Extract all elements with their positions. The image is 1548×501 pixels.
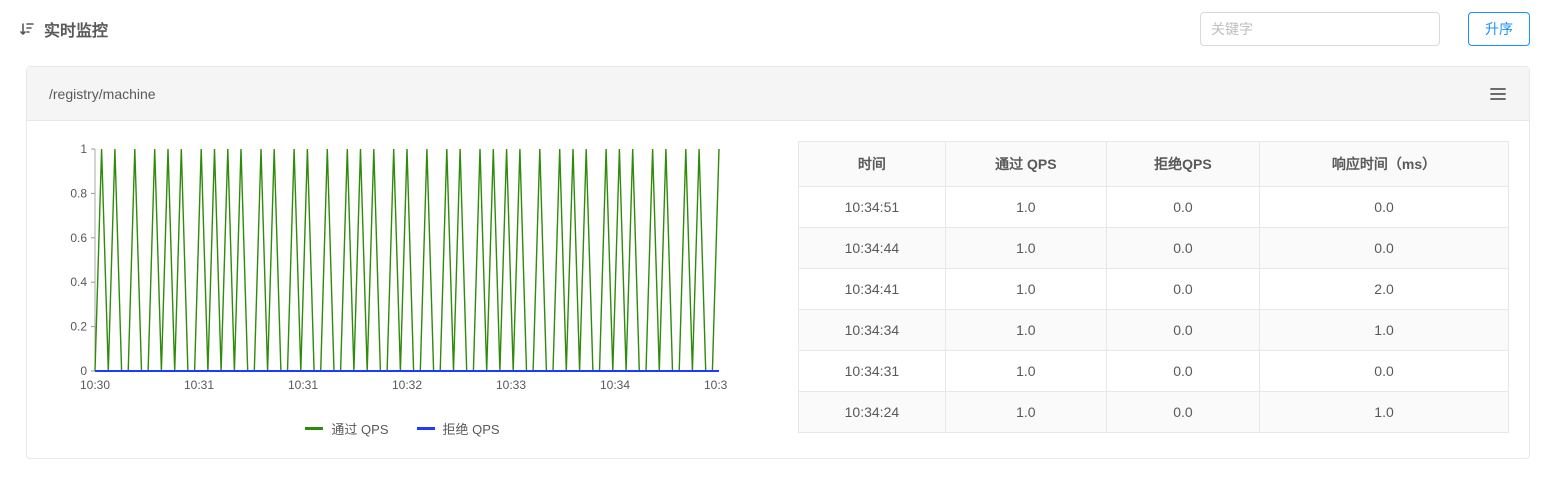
col-time-header: 时间 [799,142,946,187]
table-row: 10:34:411.00.02.0 [799,269,1509,310]
table-row: 10:34:311.00.00.0 [799,351,1509,392]
cell-pass: 1.0 [945,351,1106,392]
cell-pass: 1.0 [945,392,1106,433]
cell-pass: 1.0 [945,269,1106,310]
cell-rt: 0.0 [1260,187,1509,228]
cell-time: 10:34:51 [799,187,946,228]
panel-body: 0 0.2 0.4 0.6 0.8 1 10:30 10:31 10:31 10:32 10:33 1… [27,121,1529,458]
top-actions: 升序 [1200,12,1530,46]
page-title: 实时监控 [18,17,108,41]
legend-reject-qps: 拒绝 QPS [417,419,500,438]
svg-text:10:33: 10:33 [496,378,526,392]
table-row: 10:34:341.00.01.0 [799,310,1509,351]
legend-swatch-pass [305,427,323,430]
sort-button[interactable]: 升序 [1468,12,1530,46]
keyword-input[interactable] [1200,12,1440,46]
col-pass-header: 通过 QPS [945,142,1106,187]
cell-rt: 1.0 [1260,310,1509,351]
page-title-text: 实时监控 [44,17,108,41]
svg-text:10:32: 10:32 [392,378,422,392]
table-row: 10:34:511.00.00.0 [799,187,1509,228]
svg-text:0.2: 0.2 [70,320,87,334]
monitor-panel: /registry/machine 0 0.2 0.4 0.6 0.8 1 10:30 10:… [26,66,1530,459]
table-column: 时间 通过 QPS 拒绝QPS 响应时间（ms） 10:34:511.00.00… [798,141,1509,440]
legend-pass-label: 通过 QPS [331,419,388,438]
col-reject-header: 拒绝QPS [1106,142,1259,187]
panel-header: /registry/machine [27,67,1529,121]
cell-reject: 0.0 [1106,228,1259,269]
cell-time: 10:34:41 [799,269,946,310]
cell-time: 10:34:44 [799,228,946,269]
cell-time: 10:34:34 [799,310,946,351]
legend-reject-label: 拒绝 QPS [443,419,500,438]
chart-column: 0 0.2 0.4 0.6 0.8 1 10:30 10:31 10:31 10:32 10:33 1… [47,141,758,440]
svg-text:0.6: 0.6 [70,231,87,245]
cell-rt: 1.0 [1260,392,1509,433]
menu-icon[interactable] [1489,85,1507,103]
svg-text:10:34: 10:34 [704,378,727,392]
cell-reject: 0.0 [1106,392,1259,433]
svg-text:0.8: 0.8 [70,186,87,200]
cell-rt: 0.0 [1260,228,1509,269]
cell-reject: 0.0 [1106,351,1259,392]
legend-swatch-reject [417,427,435,430]
svg-text:10:31: 10:31 [288,378,318,392]
cell-pass: 1.0 [945,310,1106,351]
svg-text:0: 0 [80,364,87,378]
svg-text:10:34: 10:34 [600,378,630,392]
qps-chart: 0 0.2 0.4 0.6 0.8 1 10:30 10:31 10:31 10:32 10:33 1… [47,141,758,401]
svg-text:1: 1 [80,142,87,156]
cell-pass: 1.0 [945,228,1106,269]
col-rt-header: 响应时间（ms） [1260,142,1509,187]
cell-time: 10:34:24 [799,392,946,433]
cell-rt: 2.0 [1260,269,1509,310]
chart-legend: 通过 QPS 拒绝 QPS [47,401,758,440]
cell-pass: 1.0 [945,187,1106,228]
cell-time: 10:34:31 [799,351,946,392]
cell-reject: 0.0 [1106,187,1259,228]
cell-reject: 0.0 [1106,269,1259,310]
table-row: 10:34:441.00.00.0 [799,228,1509,269]
svg-text:10:31: 10:31 [184,378,214,392]
legend-pass-qps: 通过 QPS [305,419,388,438]
table-row: 10:34:241.00.01.0 [799,392,1509,433]
svg-text:0.4: 0.4 [70,275,87,289]
cell-rt: 0.0 [1260,351,1509,392]
metrics-table: 时间 通过 QPS 拒绝QPS 响应时间（ms） 10:34:511.00.00… [798,141,1509,433]
top-bar: 实时监控 升序 [0,0,1548,56]
sort-desc-icon [18,20,36,38]
resource-path: /registry/machine [49,86,156,102]
cell-reject: 0.0 [1106,310,1259,351]
chart-svg: 0 0.2 0.4 0.6 0.8 1 10:30 10:31 10:31 10:32 10:33 1… [47,141,727,401]
svg-text:10:30: 10:30 [80,378,110,392]
